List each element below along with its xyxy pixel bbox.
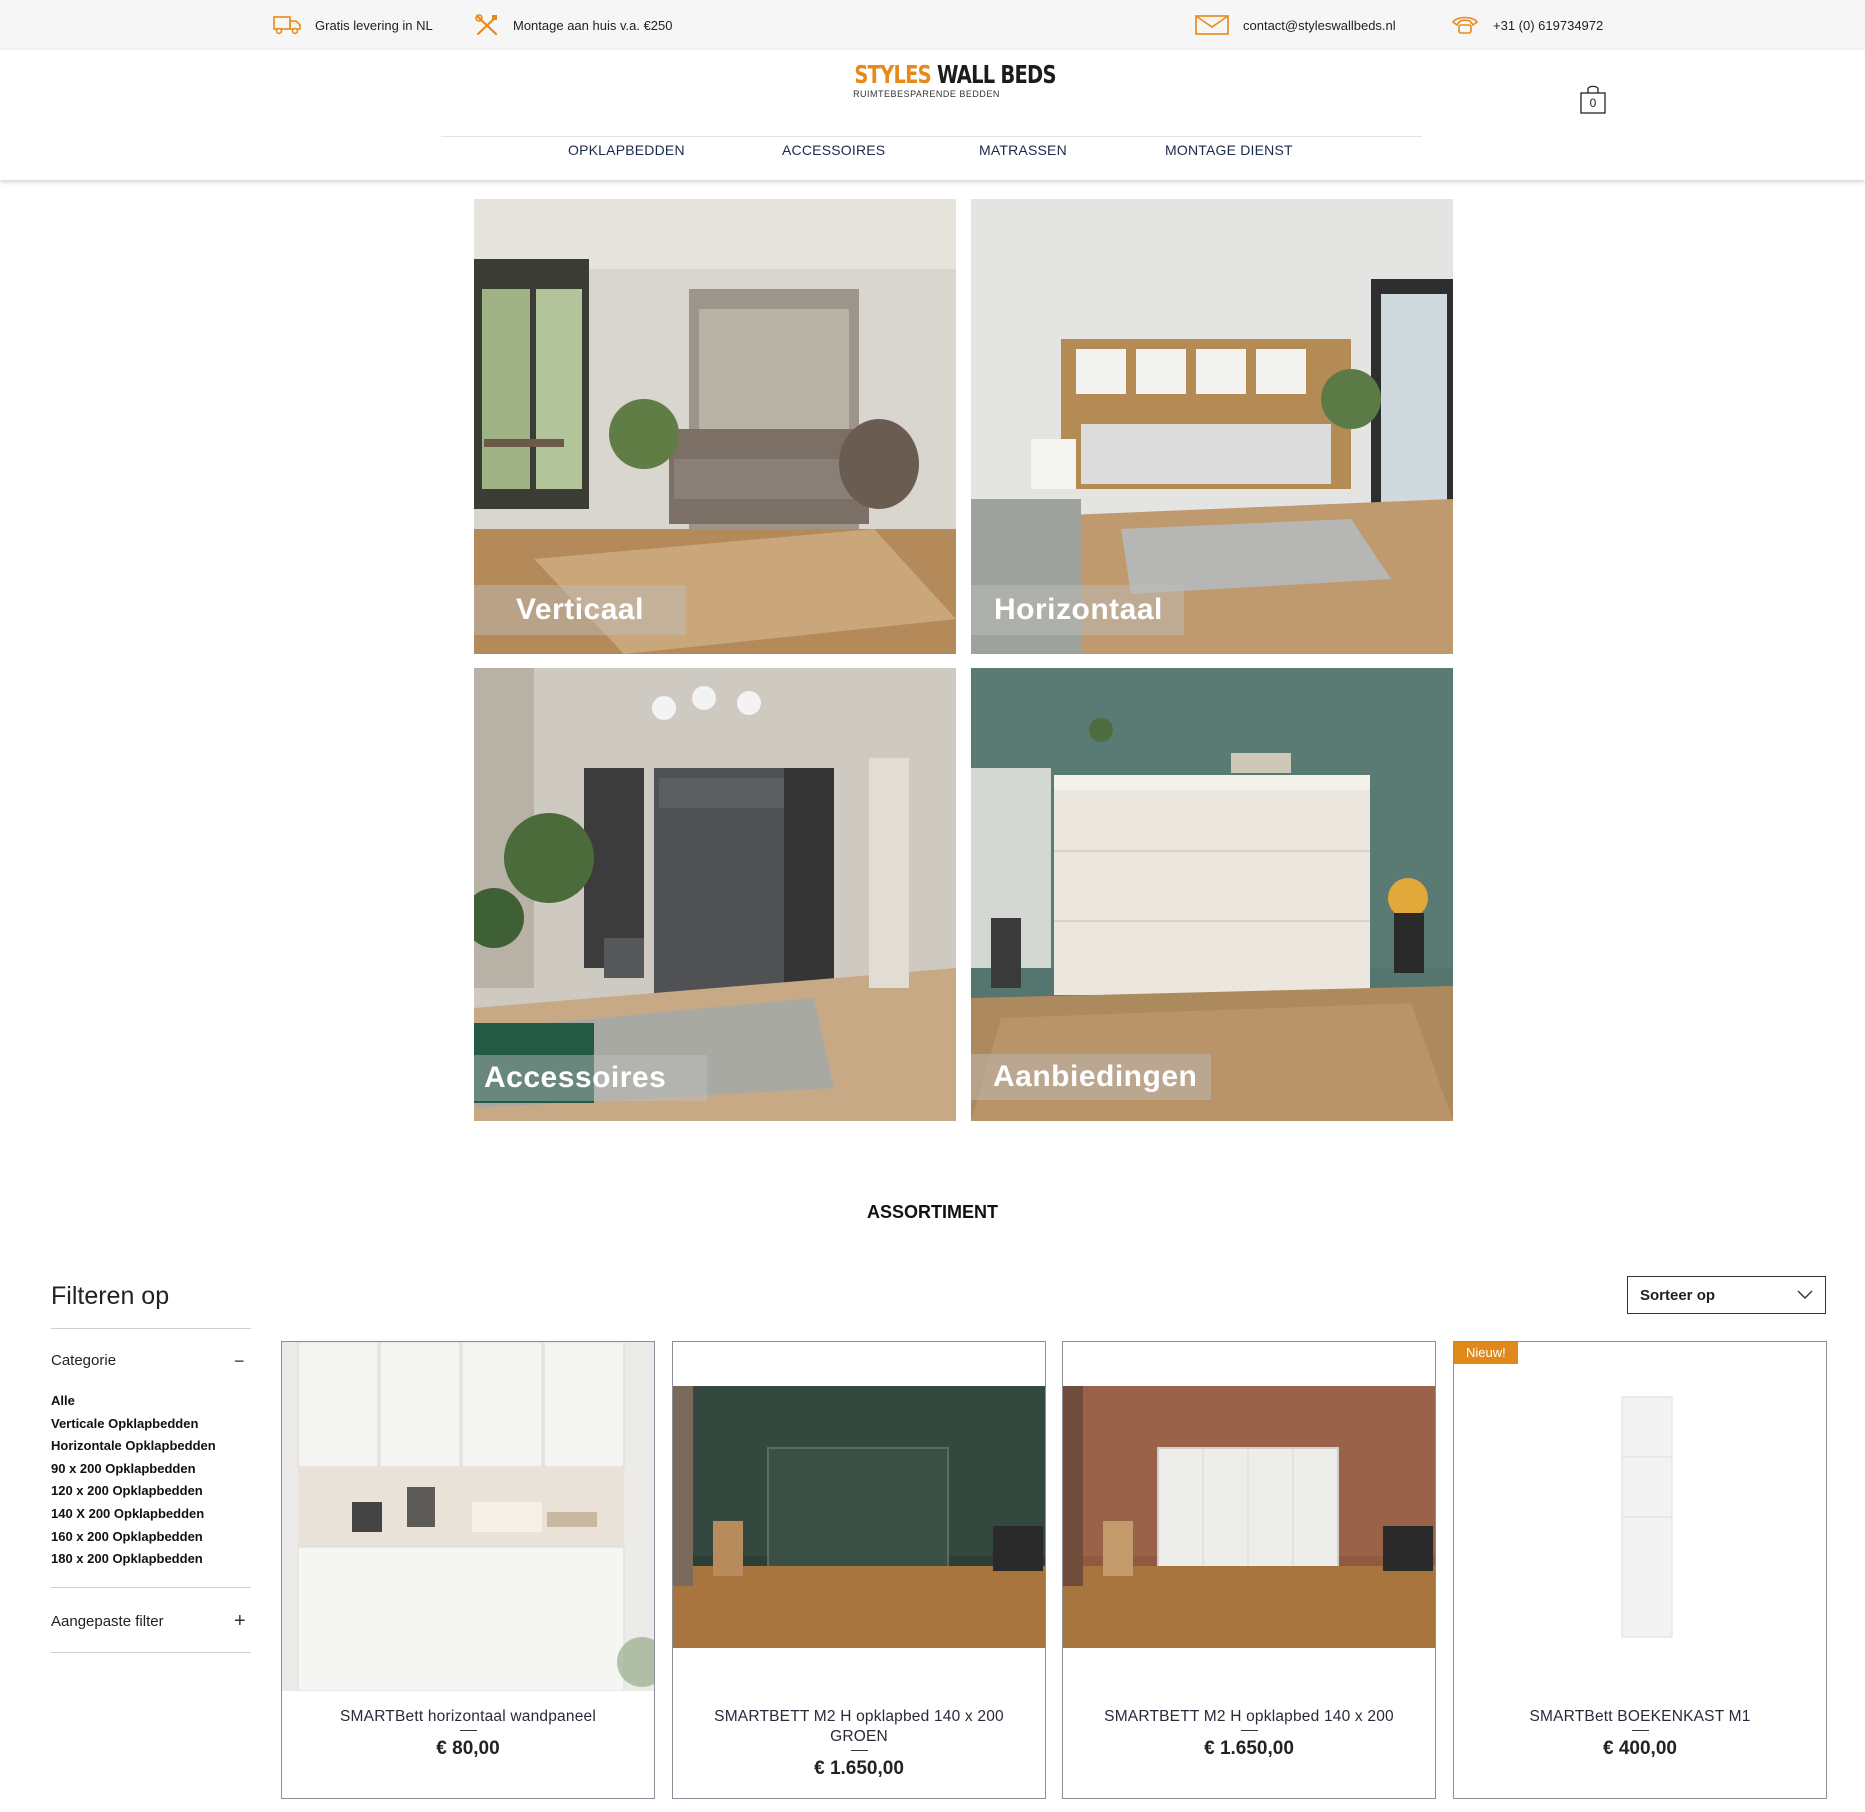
new-badge: Nieuw! — [1454, 1342, 1518, 1364]
section-title-assortiment: ASSORTIMENT — [866, 1202, 998, 1222]
tile-label-horizontaal: Horizontaal — [971, 585, 1184, 635]
tile-label-aanbiedingen: Aanbiedingen — [971, 1054, 1211, 1100]
tile-verticaal[interactable]: Verticaal — [474, 199, 956, 654]
product-price: € 1.650,00 — [814, 1758, 904, 1779]
category-160x200[interactable]: 160 x 200 Opklapbedden — [51, 1528, 216, 1551]
nav-opklapbedden[interactable]: OPKLAPBEDDEN — [568, 142, 685, 166]
product-card[interactable]: SMARTBett horizontaal wandpaneel € 80,00 — [281, 1341, 655, 1799]
category-90x200[interactable]: 90 x 200 Opklapbedden — [51, 1460, 216, 1483]
nav-divider — [441, 136, 1422, 137]
tile-label-accessoires: Accessoires — [474, 1055, 707, 1101]
product-name[interactable]: SMARTBETT M2 H opklapbed 140 x 200 — [1073, 1707, 1425, 1727]
product-price: € 80,00 — [436, 1738, 500, 1759]
delivery-info: Gratis levering in NL — [273, 12, 433, 38]
tile-horizontaal[interactable]: Horizontaal — [971, 199, 1453, 654]
logo-tagline: RUIMTEBESPARENDE BEDDEN — [853, 89, 1000, 99]
category-180x200[interactable]: 180 x 200 Opklapbedden — [51, 1550, 216, 1573]
email-contact[interactable]: contact@styleswallbeds.nl — [1195, 12, 1396, 38]
phone-contact[interactable]: +31 (0) 619734972 — [1451, 12, 1603, 38]
product-card[interactable]: SMARTBETT M2 H opklapbed 140 x 200 € 1.6… — [1062, 1341, 1436, 1799]
truck-icon — [273, 16, 301, 35]
product-name[interactable]: SMARTBett horizontaal wandpaneel — [292, 1707, 644, 1727]
site-header: STYLES WALL BEDS RUIMTEBESPARENDE BEDDEN… — [0, 50, 1865, 180]
delivery-text: Gratis levering in NL — [315, 17, 433, 33]
category-filter-header[interactable]: Categorie — [51, 1352, 116, 1369]
product-image — [1063, 1386, 1435, 1648]
cart-count: 0 — [1589, 96, 1597, 110]
category-140x200[interactable]: 140 X 200 Opklapbedden — [51, 1505, 216, 1528]
product-divider — [851, 1750, 868, 1751]
nav-accessoires[interactable]: ACCESSOIRES — [782, 142, 885, 166]
category-list: Alle Verticale Opklapbedden Horizontale … — [51, 1392, 216, 1573]
site-logo[interactable]: STYLES WALL BEDS RUIMTEBESPARENDE BEDDEN — [834, 60, 1056, 99]
category-horizontale[interactable]: Horizontale Opklapbedden — [51, 1437, 216, 1460]
tools-icon — [475, 14, 498, 36]
tile-accessoires[interactable]: Accessoires — [474, 668, 956, 1121]
product-divider — [460, 1730, 477, 1731]
phone-link[interactable]: +31 (0) 619734972 — [1493, 18, 1603, 33]
chevron-down-icon — [1797, 1290, 1813, 1299]
email-link[interactable]: contact@styleswallbeds.nl — [1243, 18, 1396, 33]
custom-filter-header[interactable]: Aangepaste filter — [51, 1613, 164, 1630]
product-price: € 1.650,00 — [1204, 1738, 1294, 1759]
filter-divider — [51, 1328, 251, 1329]
category-verticale[interactable]: Verticale Opklapbedden — [51, 1415, 216, 1438]
product-divider — [1241, 1730, 1258, 1731]
product-name[interactable]: SMARTBett BOEKENKAST M1 — [1464, 1707, 1816, 1727]
product-price: € 400,00 — [1603, 1738, 1677, 1759]
category-120x200[interactable]: 120 x 200 Opklapbedden — [51, 1482, 216, 1505]
sort-dropdown[interactable]: Sorteer op — [1627, 1276, 1826, 1314]
tile-label-verticaal: Verticaal — [474, 585, 686, 635]
category-collapse-icon[interactable]: − — [234, 1352, 245, 1370]
filter-divider — [51, 1652, 251, 1653]
product-card[interactable]: Nieuw! SMARTBett BOEKENKAST M1 € 400,00 — [1453, 1341, 1827, 1799]
assembly-info: Montage aan huis v.a. €250 — [475, 12, 673, 38]
product-image — [282, 1342, 654, 1691]
filter-divider — [51, 1587, 251, 1588]
assembly-text: Montage aan huis v.a. €250 — [513, 17, 673, 33]
cart-button[interactable]: 0 — [1580, 84, 1606, 114]
sort-label: Sorteer op — [1640, 1286, 1716, 1304]
top-info-bar: Gratis levering in NL Montage aan huis v… — [0, 0, 1865, 50]
envelope-icon — [1195, 15, 1229, 35]
nav-matrassen[interactable]: MATRASSEN — [979, 142, 1067, 166]
filter-title: Filteren op — [51, 1282, 170, 1310]
tile-aanbiedingen[interactable]: Aanbiedingen — [971, 668, 1453, 1121]
accessories-room-image — [474, 668, 956, 1121]
logo-wordmark: STYLES WALL BEDS — [854, 60, 1056, 89]
logo-word-wallbeds: WALL BEDS — [936, 60, 1057, 89]
logo-word-styles: STYLES — [854, 60, 931, 89]
product-name[interactable]: SMARTBETT M2 H opklapbed 140 x 200 GROEN — [683, 1707, 1035, 1747]
custom-filter-expand-icon[interactable]: + — [234, 1610, 246, 1633]
product-image — [673, 1386, 1045, 1648]
product-card[interactable]: SMARTBETT M2 H opklapbed 140 x 200 GROEN… — [672, 1341, 1046, 1799]
product-image — [1454, 1342, 1826, 1691]
category-alle[interactable]: Alle — [51, 1392, 216, 1415]
nav-montage-dienst[interactable]: MONTAGE DIENST — [1165, 142, 1293, 166]
product-divider — [1632, 1730, 1649, 1731]
phone-icon — [1451, 16, 1479, 34]
